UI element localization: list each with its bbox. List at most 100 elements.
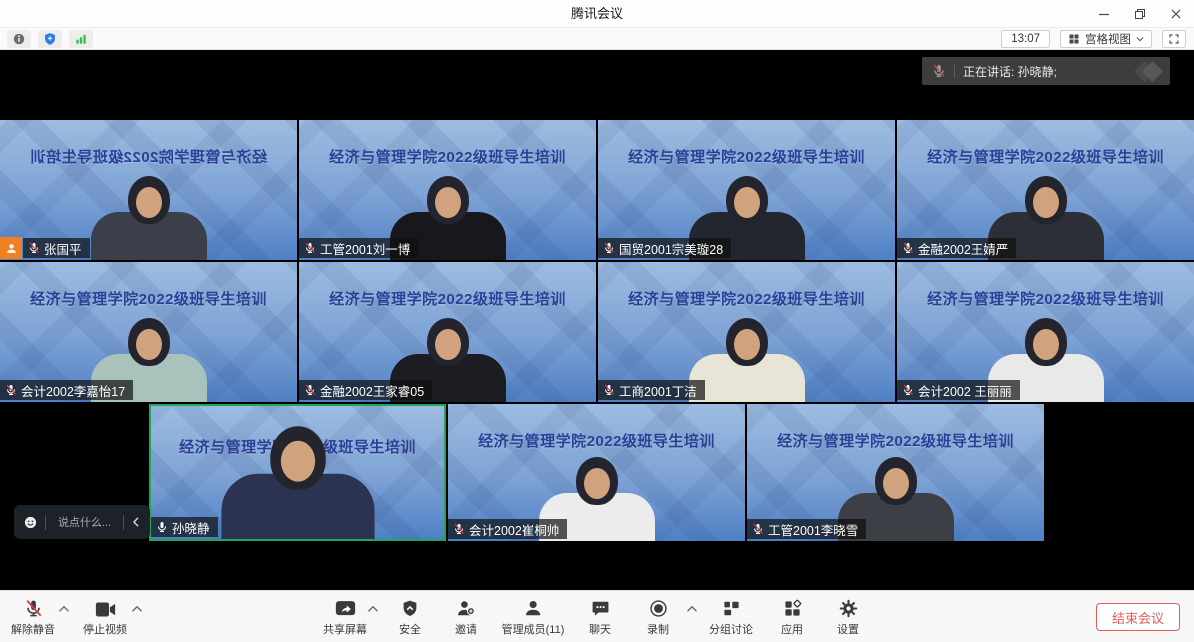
video-tile[interactable]: 经济与管理学院2022级班导生培训 金融2002王婧严 [897,120,1194,260]
mic-muted-icon [932,64,946,78]
participant-name: 张国平 [44,239,82,258]
mic-options-chevron[interactable] [58,604,70,614]
title-bar: 腾讯会议 [0,0,1194,28]
apps-label: 应用 [781,621,803,637]
name-label: 工管2001刘一博 [299,238,418,258]
meeting-time[interactable]: 13:07 [1001,30,1050,48]
tile-banner: 经济与管理学院2022级班导生培训 [897,146,1194,167]
unmute-label: 解除静音 [11,621,55,637]
view-mode-label: 宫格视图 [1085,31,1131,47]
close-button[interactable] [1158,0,1194,28]
restore-icon [1134,8,1146,20]
stop-video-label: 停止视频 [83,621,127,637]
divider [45,515,46,530]
video-options-chevron[interactable] [131,604,143,614]
record-label: 录制 [647,621,669,637]
manage-members-label: 管理成员(11) [502,621,565,637]
video-tile[interactable]: 经济与管理学院2022级班导生培训 会计2002李嘉怡17 [0,262,297,402]
video-tile[interactable]: 经济与管理学院2022级班导生培训 张国平 [0,120,297,260]
name-label: 工管2001李晓雪 [747,519,866,539]
divider [123,515,124,530]
participant-name: 会计2002崔桐帅 [469,520,559,539]
tencent-meeting-window: 腾讯会议 13:07 [0,0,1194,642]
collapse-chevron-icon[interactable] [131,516,141,528]
unmute-button[interactable]: 解除静音 [11,598,55,637]
video-tile[interactable]: 经济与管理学院2022级班导生培训 工商2001丁洁 [598,262,895,402]
name-label: 会计2002崔桐帅 [448,519,567,539]
video-tile[interactable]: 经济与管理学院2022级班导生培训 会计2002崔桐帅 [448,404,745,541]
stop-video-button[interactable]: 停止视频 [83,598,127,637]
video-tile[interactable]: 经济与管理学院2022级班导生培训 工管2001刘一博 [299,120,596,260]
video-tile[interactable]: 经济与管理学院2022级班导生培训 金融2002王家睿05 [299,262,596,402]
chevron-down-icon [1136,36,1144,42]
participant-silhouette [221,426,374,541]
video-tile[interactable]: 经济与管理学院2022级班导生培训 工管2001李晓雪 [747,404,1044,541]
apps-button[interactable]: 应用 [781,598,803,637]
record-button[interactable]: 录制 [647,598,669,637]
security-label: 安全 [399,621,421,637]
video-tile[interactable]: 经济与管理学院2022级班导生培训 会计2002 王丽丽 [897,262,1194,402]
invite-label: 邀请 [455,621,477,637]
fullscreen-button[interactable] [1162,30,1186,48]
members-icon [524,599,543,618]
security-button[interactable]: 安全 [399,598,421,637]
network-signal-button[interactable] [69,30,93,48]
breakout-rooms-button[interactable]: 分组讨论 [709,598,753,637]
participant-silhouette [689,318,805,402]
tile-banner: 经济与管理学院2022级班导生培训 [0,288,297,309]
name-label: 会计2002 王丽丽 [897,380,1020,400]
signal-bars-icon [74,32,88,46]
participant-name: 孙晓静 [172,518,210,537]
breakout-rooms-icon [722,599,741,618]
chat-input-placeholder[interactable]: 说点什么... [53,514,116,530]
name-label: 工商2001丁洁 [598,380,705,400]
minimize-button[interactable] [1086,0,1122,28]
bottom-toolbar: 解除静音 停止视频 共享屏幕 安全 邀请 管理成员(11) 聊天 [0,590,1194,642]
tile-banner: 经济与管理学院2022级班导生培训 [0,146,297,167]
share-screen-button[interactable]: 共享屏幕 [323,598,367,637]
participant-name: 工管2001刘一博 [320,239,410,258]
participant-name: 国贸2001宗美璇28 [619,239,723,258]
meeting-status-icons [7,30,93,48]
tile-banner: 经济与管理学院2022级班导生培训 [598,146,895,167]
minimize-icon [1098,8,1110,20]
video-tile-speaking[interactable]: 经济与管理学院2022级班导生培训 孙晓静 [149,404,446,541]
share-options-chevron[interactable] [367,604,379,614]
layout-switcher[interactable]: 宫格视图 [1060,30,1152,48]
end-meeting-button[interactable]: 结束会议 [1096,603,1180,631]
tile-banner: 经济与管理学院2022级班导生培训 [747,430,1044,451]
record-options-chevron[interactable] [686,604,698,614]
share-screen-label: 共享屏幕 [323,621,367,637]
invite-button[interactable]: 邀请 [455,598,477,637]
mic-muted-icon [603,242,615,254]
fullscreen-icon [1168,33,1180,45]
participant-name: 会计2002李嘉怡17 [21,381,125,400]
video-tile[interactable]: 经济与管理学院2022级班导生培训 国贸2001宗美璇28 [598,120,895,260]
meeting-info-button[interactable] [7,30,31,48]
security-shield-button[interactable] [38,30,62,48]
settings-gear-icon [839,599,858,618]
restore-button[interactable] [1122,0,1158,28]
chat-button[interactable]: 聊天 [589,598,611,637]
share-screen-icon [335,600,356,618]
video-stage: 正在讲话: 孙晓静; 经济与管理学院2022级班导生培训 张国平 经济与管理学院… [0,50,1194,590]
grid-view-icon [1068,33,1080,45]
participant-name: 工管2001李晓雪 [768,520,858,539]
settings-label: 设置 [837,621,859,637]
top-toolbar: 13:07 宫格视图 [0,28,1194,50]
settings-button[interactable]: 设置 [837,598,859,637]
mic-muted-icon [24,599,43,618]
name-label: 会计2002李嘉怡17 [0,380,133,400]
manage-members-button[interactable]: 管理成员(11) [502,598,565,637]
tile-banner: 经济与管理学院2022级班导生培训 [598,288,895,309]
divider [954,64,955,78]
emoji-icon[interactable] [23,515,38,530]
mic-muted-icon [902,242,914,254]
tile-banner: 经济与管理学院2022级班导生培训 [299,288,596,309]
mic-muted-icon [902,384,914,396]
chat-label: 聊天 [589,621,611,637]
time-text: 13:07 [1011,33,1040,45]
tile-banner: 经济与管理学院2022级班导生培训 [448,430,745,451]
mic-muted-icon [28,242,40,254]
record-icon [649,599,668,618]
